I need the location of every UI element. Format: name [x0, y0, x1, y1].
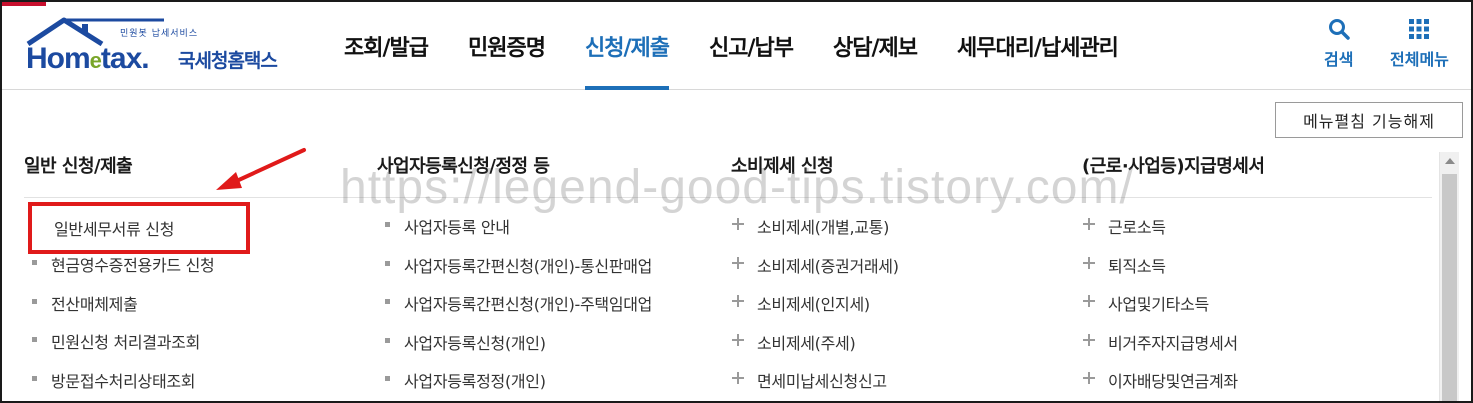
grid-icon: [1409, 19, 1430, 39]
column-business-registration: 사업자등록신청/정정 등: [377, 152, 550, 184]
list-item[interactable]: 면세미납세신청신고: [727, 368, 899, 401]
column-title-general[interactable]: 일반 신청/제출: [24, 152, 133, 184]
nav-item-inquiry[interactable]: 조회/발급: [324, 2, 448, 90]
plus-bullet-icon: [1082, 294, 1096, 308]
vertical-scrollbar[interactable]: [1439, 152, 1459, 401]
square-bullet-icon: [32, 337, 37, 342]
list-item-label: 소비제세(개별,교통): [757, 218, 890, 237]
highlighted-menu-item[interactable]: 일반세무서류 신청: [28, 202, 250, 254]
logo-wordmark-e: e: [89, 48, 102, 73]
list-item[interactable]: 이자배당및연금계좌: [1078, 368, 1238, 401]
list-item[interactable]: 사업자등록 안내: [377, 214, 652, 253]
plus-bullet-icon: [1082, 371, 1096, 385]
column-payment-statement: (근로·사업등)지급명세서: [1082, 152, 1265, 184]
nav-item-certificates[interactable]: 민원증명: [448, 2, 565, 90]
list-item[interactable]: 퇴직소득: [1078, 253, 1238, 292]
scroll-up-arrow-icon[interactable]: [1445, 158, 1455, 164]
site-header: 민원봇 납세서비스 Hometax. 국세청홈택스 조회/발급 민원증명 신청/…: [2, 2, 1471, 90]
list-item-label: 민원신청 처리결과조회: [51, 333, 200, 352]
list-item-label: 사업자등록간편신청(개인)-통신판매업: [404, 256, 653, 276]
list-item-label: 면세미납세신청신고: [757, 372, 887, 391]
plus-bullet-icon: [731, 256, 745, 270]
list-item-label: 사업자등록간편신청(개인)-주택임대업: [404, 295, 653, 314]
search-icon: [1328, 19, 1350, 40]
list-item-label: 현금영수증전용카드 신청: [51, 256, 215, 275]
list-item[interactable]: 방문접수처리상태조회: [24, 368, 214, 402]
square-bullet-icon: [385, 222, 390, 227]
list-general: 현금영수증전용카드 신청 전산매체제출 민원신청 처리결과조회 방문접수처리상태…: [24, 252, 215, 402]
list-item[interactable]: 민원신청 처리결과조회: [24, 329, 214, 368]
logo-wordmark-part: Hom: [26, 42, 91, 75]
page-frame: 민원봇 납세서비스 Hometax. 국세청홈택스 조회/발급 민원증명 신청/…: [0, 0, 1473, 403]
list-item[interactable]: 현금영수증전용카드 신청: [24, 252, 215, 291]
square-bullet-icon: [385, 376, 390, 381]
list-item[interactable]: 소비제세(개별,교통): [727, 214, 899, 253]
logo-wordmark-tail: tax.: [100, 42, 150, 75]
plus-bullet-icon: [731, 217, 745, 231]
list-item-label: 소비제세(주세): [757, 333, 856, 353]
list-item[interactable]: 비거주자지급명세서: [1078, 330, 1238, 369]
all-menu-button[interactable]: 전체메뉴: [1390, 18, 1449, 70]
list-item[interactable]: 소비제세(인지세): [727, 291, 899, 330]
list-item-label: 전산매체제출: [51, 294, 138, 314]
list-item-label: 사업및기타소득: [1108, 295, 1209, 314]
list-item[interactable]: 근로소득: [1078, 214, 1238, 253]
list-item[interactable]: 사업자등록정정(개인): [377, 368, 652, 401]
square-bullet-icon: [385, 260, 390, 266]
plus-bullet-icon: [731, 333, 745, 347]
square-bullet-icon: [32, 298, 37, 304]
logo-korean-name: 국세청홈택스: [178, 50, 278, 72]
plus-bullet-icon: [1082, 256, 1096, 270]
column-general: 일반 신청/제출: [24, 152, 133, 184]
list-item-label: 사업자등록정정(개인): [404, 372, 546, 391]
column-title-business-registration[interactable]: 사업자등록신청/정정 등: [377, 152, 550, 184]
list-item-label: 비거주자지급명세서: [1108, 333, 1238, 353]
plus-bullet-icon: [1082, 217, 1096, 231]
square-bullet-icon: [385, 337, 390, 343]
logo-tagline: 민원봇 납세서비스: [120, 29, 199, 39]
square-bullet-icon: [32, 260, 37, 265]
list-consumption-tax: 소비제세(개별,교통) 소비제세(증권거래세) 소비제세(인지세) 소비제세(주…: [727, 214, 899, 401]
list-item-label: 소비제세(인지세): [757, 295, 870, 314]
plus-bullet-icon: [731, 371, 745, 385]
column-title-payment-statement[interactable]: (근로·사업등)지급명세서: [1082, 152, 1265, 184]
logo-wordmark: Hometax.: [26, 42, 150, 76]
hometax-logo[interactable]: 민원봇 납세서비스 Hometax. 국세청홈택스: [24, 16, 314, 76]
list-item-label: 소비제세(증권거래세): [757, 256, 899, 276]
highlighted-menu-item-label: 일반세무서류 신청: [54, 220, 175, 239]
section-divider: [24, 197, 1432, 198]
list-item-label: 근로소득: [1108, 218, 1166, 237]
list-item[interactable]: 사업및기타소득: [1078, 291, 1238, 330]
list-payment-statement: 근로소득 퇴직소득 사업및기타소득 비거주자지급명세서 이자배당및연금계좌: [1078, 214, 1238, 401]
list-item[interactable]: 소비제세(주세): [727, 330, 899, 369]
search-label: 검색: [1324, 50, 1354, 69]
square-bullet-icon: [385, 299, 390, 304]
list-item-label: 사업자등록 안내: [404, 218, 510, 237]
list-item-label: 방문접수처리상태조회: [51, 371, 196, 391]
list-item[interactable]: 사업자등록간편신청(개인)-주택임대업: [377, 291, 652, 330]
nav-item-tax-agent[interactable]: 세무대리/납세관리: [937, 2, 1138, 90]
list-item[interactable]: 전산매체제출: [24, 291, 214, 330]
red-annotation-arrow-icon: [216, 148, 306, 190]
list-business-registration: 사업자등록 안내 사업자등록간편신청(개인)-통신판매업 사업자등록간편신청(개…: [377, 214, 652, 401]
list-item[interactable]: 사업자등록간편신청(개인)-통신판매업: [377, 253, 652, 292]
plus-bullet-icon: [1082, 333, 1096, 347]
scrollbar-thumb[interactable]: [1442, 174, 1457, 401]
square-bullet-icon: [32, 375, 37, 381]
main-nav: 조회/발급 민원증명 신청/제출 신고/납부 상담/제보 세무대리/납세관리: [324, 2, 1138, 90]
nav-item-filing-payment[interactable]: 신고/납부: [689, 2, 813, 90]
menu-expand-toggle-button[interactable]: 메뉴펼침 기능해제: [1275, 102, 1463, 138]
list-item[interactable]: 소비제세(증권거래세): [727, 253, 899, 292]
column-consumption-tax: 소비제세 신청: [731, 152, 834, 184]
list-item-label: 사업자등록신청(개인): [404, 333, 546, 353]
search-button[interactable]: 검색: [1324, 18, 1353, 70]
nav-item-consult-report[interactable]: 상담/제보: [813, 2, 937, 90]
list-item[interactable]: 사업자등록신청(개인): [377, 330, 652, 369]
column-title-consumption-tax[interactable]: 소비제세 신청: [731, 152, 834, 184]
nav-item-application[interactable]: 신청/제출: [565, 2, 689, 90]
list-item-label: 퇴직소득: [1108, 256, 1166, 276]
all-menu-label: 전체메뉴: [1390, 50, 1449, 69]
plus-bullet-icon: [731, 294, 745, 308]
list-item-label: 이자배당및연금계좌: [1108, 372, 1238, 391]
